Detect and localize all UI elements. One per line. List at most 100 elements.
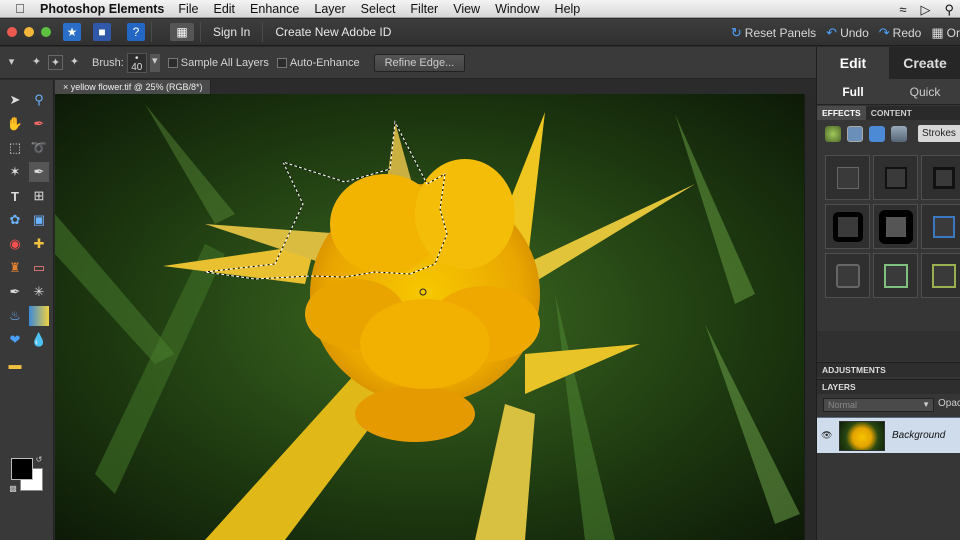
vertical-scrollbar[interactable] <box>804 94 816 540</box>
stroke-style-thumb[interactable] <box>873 253 918 298</box>
sample-all-layers-checkbox[interactable] <box>167 57 178 68</box>
brush-tool-icon[interactable]: ✒ <box>5 282 25 302</box>
filters-icon[interactable] <box>825 126 841 142</box>
zoom-window-button[interactable] <box>41 27 51 37</box>
blend-mode-value: Normal <box>828 400 858 410</box>
sample-all-layers-label[interactable]: Sample All Layers <box>181 57 269 69</box>
marquee-tool-icon[interactable]: ⬚ <box>5 138 25 158</box>
hand-tool-icon[interactable]: ✋ <box>5 114 25 134</box>
menu-filter[interactable]: Filter <box>410 2 438 16</box>
arrange-icon[interactable]: ▦ <box>170 23 194 41</box>
auto-enhance-checkbox[interactable] <box>276 57 287 68</box>
layer-item-background[interactable]: 👁 Background <box>817 417 960 453</box>
show-all-icon[interactable] <box>891 126 907 142</box>
swap-colors-icon[interactable]: ↺ <box>34 454 44 464</box>
tool-options-bar: ▾ ✦ ✦ ✦ Brush: • 40 ▾ Sample All Layers … <box>0 47 816 79</box>
cookie-cutter-tool-icon[interactable]: ✿ <box>5 210 25 230</box>
stroke-style-thumb[interactable] <box>873 155 918 200</box>
lasso-tool-icon[interactable]: ➰ <box>29 138 49 158</box>
tab-effects[interactable]: EFFECTS <box>817 106 866 120</box>
move-tool-icon[interactable]: ➤ <box>5 90 25 110</box>
refine-edge-button[interactable]: Refine Edge... <box>373 53 466 72</box>
clone-stamp-tool-icon[interactable]: ♜ <box>5 258 25 278</box>
category-select[interactable]: Strokes <box>918 125 960 142</box>
foreground-color-swatch[interactable] <box>11 458 33 480</box>
new-selection-icon[interactable]: ✦ <box>29 55 44 70</box>
stroke-style-thumb[interactable] <box>825 204 870 249</box>
magic-wand-tool-icon[interactable]: ✶ <box>5 162 25 182</box>
layers-header[interactable]: LAYERS <box>817 379 960 394</box>
subtract-selection-icon[interactable]: ✦ <box>67 55 82 70</box>
close-window-button[interactable] <box>7 27 17 37</box>
menu-view[interactable]: View <box>453 2 480 16</box>
document-tab[interactable]: × yellow flower.tif @ 25% (RGB/8*) <box>55 80 212 94</box>
blend-mode-select[interactable]: Normal ▼ <box>823 398 934 412</box>
quick-selection-tool-icon[interactable]: ✒ <box>29 162 49 182</box>
blur-tool-icon[interactable]: 💧 <box>29 330 49 350</box>
volume-icon[interactable]: ▷ <box>920 2 930 18</box>
photo-effects-icon[interactable] <box>869 126 885 142</box>
tool-preset-icon[interactable]: ▾ <box>4 55 19 70</box>
sign-in-link[interactable]: Sign In <box>213 25 250 39</box>
sponge-tool-icon[interactable]: ▬ <box>5 354 25 374</box>
mode-tabs: Edit Create <box>817 47 960 79</box>
organizer-button[interactable]: ▦ Or <box>931 25 960 41</box>
tab-quick[interactable]: Quick <box>889 79 960 104</box>
eyedropper-tool-icon[interactable]: ✒ <box>29 114 49 134</box>
stroke-style-thumb[interactable] <box>825 155 870 200</box>
new-file-icon[interactable]: ★ <box>63 23 81 41</box>
layer-styles-icon[interactable] <box>847 126 863 142</box>
stroke-style-thumb[interactable] <box>921 253 960 298</box>
effects-panel-tabs: EFFECTS CONTENT <box>817 106 960 120</box>
toolbar-divider <box>200 22 201 42</box>
undo-button[interactable]: ↶ Undo <box>826 25 869 41</box>
tab-edit[interactable]: Edit <box>817 47 889 79</box>
type-tool-icon[interactable]: T <box>5 186 25 206</box>
paint-bucket-tool-icon[interactable]: ♨ <box>5 306 25 326</box>
menu-help[interactable]: Help <box>555 2 581 16</box>
redo-button[interactable]: ↷ Redo <box>879 25 922 41</box>
organizer-icon: ▦ <box>931 24 944 40</box>
add-selection-icon[interactable]: ✦ <box>48 55 63 70</box>
menu-select[interactable]: Select <box>361 2 396 16</box>
opacity-label: Opac <box>938 398 960 409</box>
smart-brush-tool-icon[interactable]: ✳ <box>29 282 49 302</box>
brush-size-dropdown-icon[interactable]: ▾ <box>149 53 160 72</box>
app-menu[interactable]: Photoshop Elements <box>40 2 164 16</box>
menu-file[interactable]: File <box>178 2 198 16</box>
save-icon[interactable]: ■ <box>93 23 111 41</box>
spotlight-icon[interactable]: ⚲ <box>944 2 954 18</box>
tab-create[interactable]: Create <box>889 47 960 79</box>
stroke-style-thumb[interactable] <box>873 204 918 249</box>
brush-picker[interactable]: • 40 <box>126 52 147 73</box>
help-icon[interactable]: ? <box>127 23 145 41</box>
close-document-icon[interactable]: × <box>63 82 68 92</box>
gradient-tool-icon[interactable] <box>29 306 49 326</box>
reset-panels-button[interactable]: ↻ Reset Panels <box>731 25 816 41</box>
crop-tool-icon[interactable]: ⊞ <box>29 186 49 206</box>
apple-icon[interactable]:  <box>0 1 40 16</box>
auto-enhance-label[interactable]: Auto-Enhance <box>290 57 360 69</box>
image-canvas[interactable] <box>55 94 804 540</box>
menu-edit[interactable]: Edit <box>213 2 235 16</box>
default-colors-icon[interactable]: ▩ <box>8 483 18 493</box>
tab-content[interactable]: CONTENT <box>866 106 917 120</box>
create-adobe-id-link[interactable]: Create New Adobe ID <box>275 25 391 39</box>
wifi-icon[interactable]: ≈ <box>899 2 906 18</box>
red-eye-tool-icon[interactable]: ◉ <box>5 234 25 254</box>
adjustments-header[interactable]: ADJUSTMENTS <box>817 362 960 377</box>
layer-visibility-eye-icon[interactable]: 👁 <box>821 430 832 440</box>
stroke-style-thumb[interactable] <box>825 253 870 298</box>
healing-brush-tool-icon[interactable]: ✚ <box>29 234 49 254</box>
stroke-style-thumb[interactable] <box>921 204 960 249</box>
eraser-tool-icon[interactable]: ▭ <box>29 258 49 278</box>
stroke-style-thumb[interactable] <box>921 155 960 200</box>
tab-full[interactable]: Full <box>817 79 889 104</box>
straighten-tool-icon[interactable]: ▣ <box>29 210 49 230</box>
menu-window[interactable]: Window <box>495 2 539 16</box>
custom-shape-tool-icon[interactable]: ❤ <box>5 330 25 350</box>
minimize-window-button[interactable] <box>24 27 34 37</box>
zoom-tool-icon[interactable]: ⚲ <box>29 90 49 110</box>
menu-layer[interactable]: Layer <box>314 2 345 16</box>
menu-enhance[interactable]: Enhance <box>250 2 299 16</box>
